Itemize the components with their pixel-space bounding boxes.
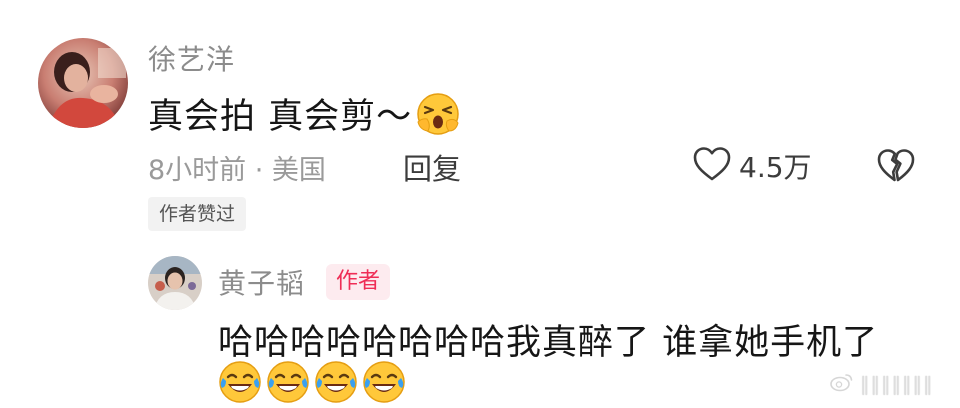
laughing-crying-face-icon: [362, 360, 406, 404]
broken-heart-icon[interactable]: [877, 148, 915, 184]
like-button[interactable]: 4.5万: [693, 146, 812, 186]
reply-avatar[interactable]: [148, 256, 202, 310]
comment-meta: 8小时前 · 美国: [148, 155, 326, 186]
heart-outline-icon: [693, 146, 731, 186]
comment-text-content: 真会拍 真会剪～: [148, 97, 413, 137]
reply-text: 哈哈哈哈哈哈哈哈我真醉了 谁拿她手机了: [218, 323, 879, 363]
like-count: 4.5万: [739, 151, 812, 184]
reply-button[interactable]: 回复: [403, 146, 461, 188]
laughing-crying-face-icon: [218, 360, 262, 404]
weibo-logo-icon: [830, 372, 854, 396]
comment-text: 真会拍 真会剪～: [148, 88, 460, 139]
screaming-face-icon: [416, 92, 460, 136]
reply-username[interactable]: 黄子韬: [218, 262, 305, 302]
laughing-crying-face-icon: [314, 360, 358, 404]
author-liked-badge: 作者赞过: [148, 197, 247, 231]
laughing-crying-face-icon: [266, 360, 310, 404]
comment-username[interactable]: 徐艺洋: [148, 38, 235, 78]
reply-emoji-row: [218, 360, 406, 404]
avatar[interactable]: [38, 38, 128, 128]
watermark: ‖‖‖‖‖‖‖: [830, 372, 934, 396]
watermark-text: ‖‖‖‖‖‖‖: [860, 373, 934, 395]
author-badge: 作者: [326, 264, 391, 300]
